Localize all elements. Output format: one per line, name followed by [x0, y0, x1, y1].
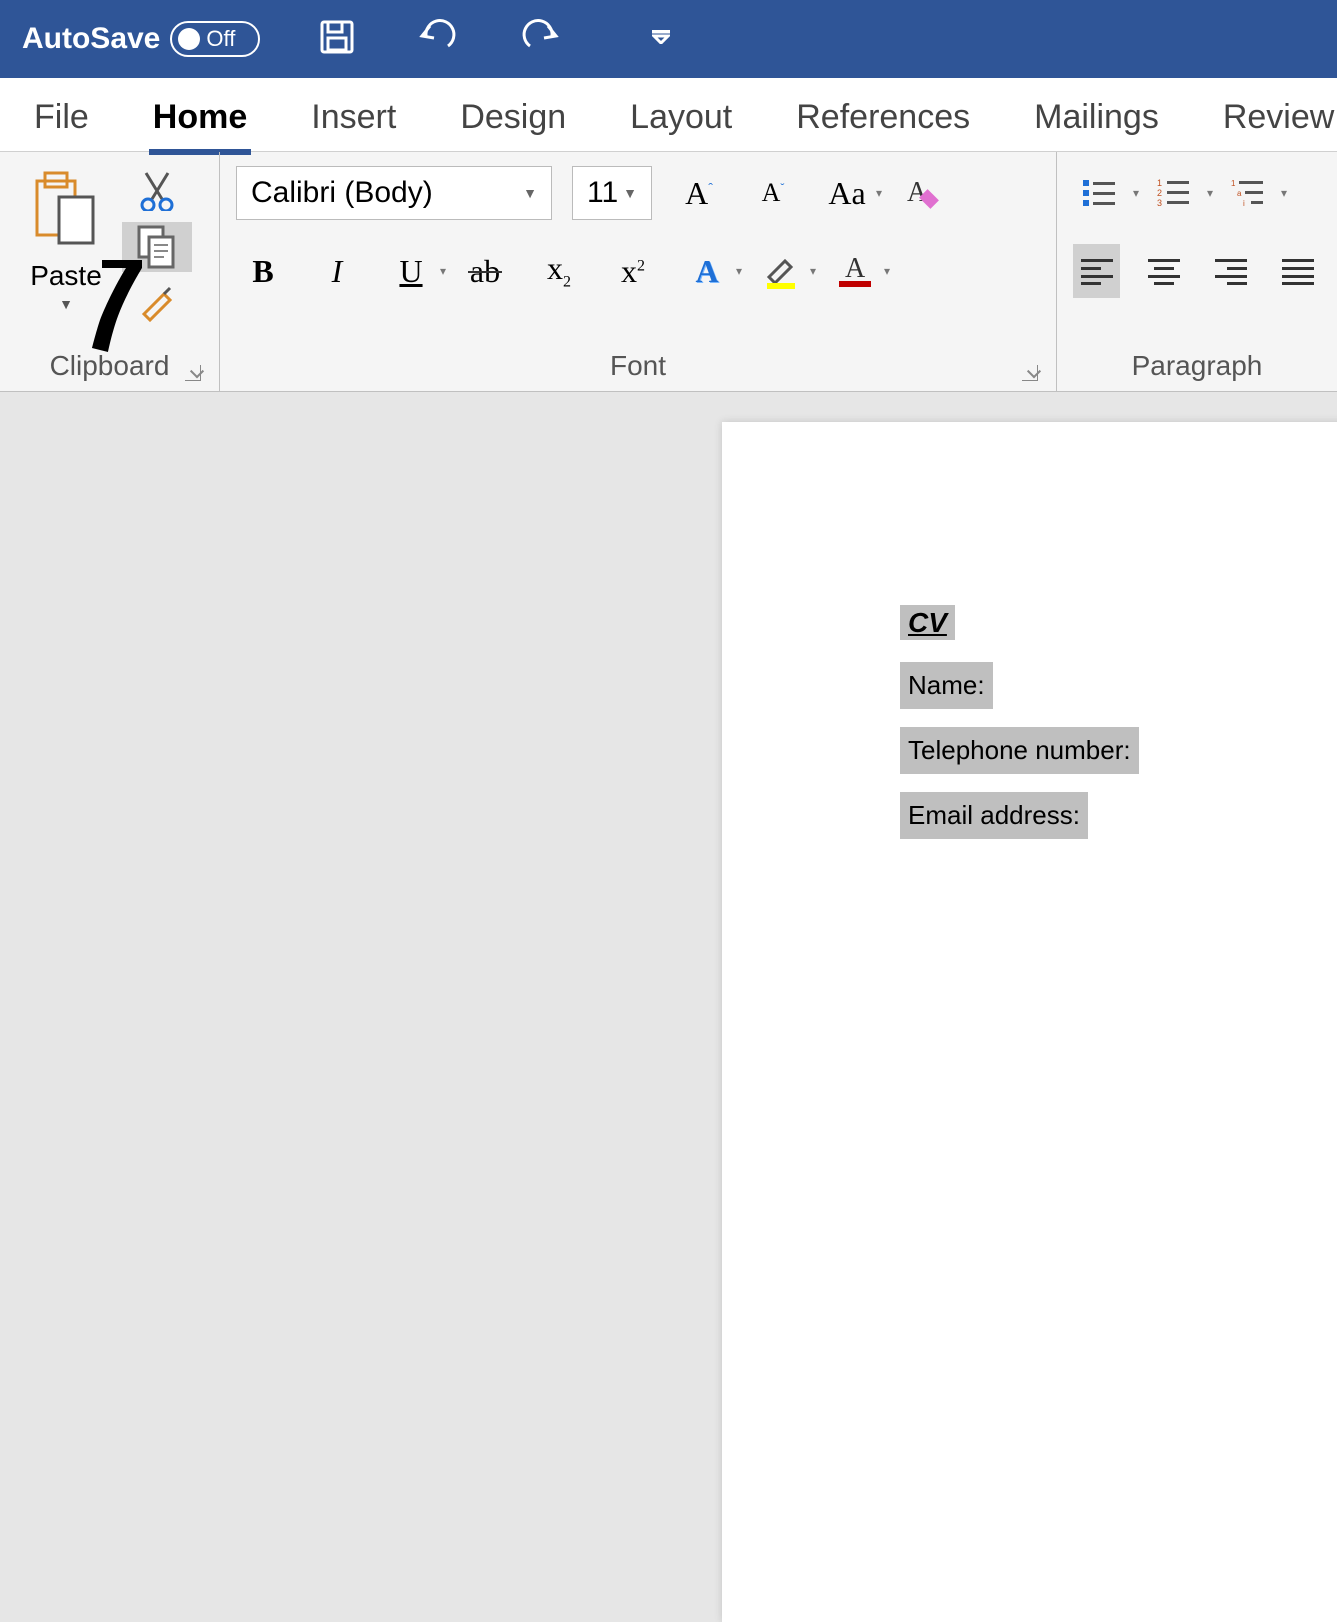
shrink-font-button[interactable]: Aˇ: [746, 166, 800, 220]
copy-button[interactable]: [122, 222, 192, 272]
svg-text:3: 3: [1157, 198, 1162, 208]
bold-button[interactable]: B: [236, 244, 290, 298]
clipboard-dialog-launcher[interactable]: [185, 365, 201, 381]
italic-button[interactable]: I: [310, 244, 364, 298]
align-right-button[interactable]: [1207, 244, 1254, 298]
font-name-value: Calibri (Body): [251, 176, 433, 210]
font-color-button[interactable]: A: [828, 244, 882, 298]
svg-text:a: a: [1237, 189, 1242, 198]
group-label-paragraph: Paragraph: [1132, 350, 1263, 382]
svg-text:1: 1: [1157, 178, 1162, 188]
change-case-button[interactable]: Aa: [820, 166, 874, 220]
text-effects-button[interactable]: A: [680, 244, 734, 298]
redo-icon[interactable]: [520, 18, 560, 61]
ribbon: Paste ▼: [0, 152, 1337, 392]
shrink-font-icon: Aˇ: [762, 178, 785, 208]
svg-text:i: i: [1243, 199, 1245, 208]
multilevel-icon: 1 a i: [1231, 178, 1265, 208]
group-label-clipboard: Clipboard: [50, 350, 170, 382]
bold-icon: B: [252, 253, 273, 290]
grow-font-icon: Aˆ: [685, 175, 713, 212]
cut-button[interactable]: [122, 166, 192, 216]
toggle-state: Off: [206, 26, 235, 52]
svg-text:2: 2: [1157, 188, 1162, 198]
numbering-icon: 1 2 3: [1157, 178, 1191, 208]
doc-field-name[interactable]: Name:: [900, 662, 993, 709]
justify-icon: [1282, 257, 1314, 285]
paste-button[interactable]: Paste ▼: [16, 166, 116, 328]
save-icon[interactable]: [318, 18, 356, 61]
tab-references[interactable]: References: [792, 88, 974, 141]
paste-icon: [31, 166, 101, 254]
strikethrough-icon: ab: [470, 253, 500, 290]
bullets-button[interactable]: [1073, 166, 1127, 220]
underline-icon: U: [399, 253, 422, 290]
font-name-select[interactable]: Calibri (Body) ▼: [236, 166, 552, 220]
subscript-button[interactable]: x2: [532, 244, 586, 298]
title-bar: AutoSave Off: [0, 0, 1337, 78]
text-effects-icon: A: [695, 253, 718, 290]
svg-text:1: 1: [1231, 179, 1236, 188]
tab-insert[interactable]: Insert: [307, 88, 400, 141]
bullets-icon: [1083, 178, 1117, 208]
grow-font-button[interactable]: Aˆ: [672, 166, 726, 220]
toggle-switch[interactable]: Off: [170, 21, 260, 57]
tab-file[interactable]: File: [30, 88, 93, 141]
chevron-down-icon: ▼: [523, 185, 537, 201]
group-clipboard: Paste ▼: [0, 152, 220, 391]
paste-label: Paste: [30, 260, 102, 292]
format-painter-button[interactable]: [122, 278, 192, 328]
subscript-icon: x2: [547, 250, 571, 291]
superscript-icon: x2: [621, 253, 645, 290]
tab-home[interactable]: Home: [149, 88, 251, 141]
align-center-icon: [1148, 257, 1180, 285]
doc-field-phone[interactable]: Telephone number:: [900, 727, 1139, 774]
underline-button[interactable]: U: [384, 244, 438, 298]
brush-icon: [138, 284, 176, 322]
font-size-select[interactable]: 11 ▼: [572, 166, 652, 220]
autosave-toggle[interactable]: AutoSave Off: [22, 21, 260, 57]
undo-icon[interactable]: [418, 18, 458, 61]
svg-text:A: A: [845, 253, 866, 284]
clear-format-icon: A: [903, 175, 939, 211]
doc-title[interactable]: CV: [900, 605, 955, 640]
font-size-value: 11: [587, 176, 618, 210]
align-right-icon: [1215, 257, 1247, 285]
align-left-icon: [1081, 257, 1113, 285]
numbering-button[interactable]: 1 2 3: [1147, 166, 1201, 220]
toggle-knob: [178, 28, 200, 50]
group-paragraph: 1 2 3 1 a i: [1057, 152, 1337, 391]
superscript-button[interactable]: x2: [606, 244, 660, 298]
strikethrough-button[interactable]: ab: [458, 244, 512, 298]
tab-review[interactable]: Review: [1219, 88, 1337, 141]
doc-field-email[interactable]: Email address:: [900, 792, 1088, 839]
align-left-button[interactable]: [1073, 244, 1120, 298]
ribbon-tabs: File Home Insert Design Layout Reference…: [0, 78, 1337, 152]
scissors-icon: [140, 171, 174, 211]
document-canvas[interactable]: CV Name: Telephone number: Email address…: [0, 392, 1337, 1027]
tab-mailings[interactable]: Mailings: [1030, 88, 1163, 141]
align-center-button[interactable]: [1140, 244, 1187, 298]
paste-dropdown-icon[interactable]: ▼: [59, 296, 73, 312]
multilevel-list-button[interactable]: 1 a i: [1221, 166, 1275, 220]
justify-button[interactable]: [1274, 244, 1321, 298]
chevron-down-icon: ▼: [623, 185, 637, 201]
font-color-icon: A: [835, 251, 875, 291]
highlight-button[interactable]: [754, 244, 808, 298]
font-dialog-launcher[interactable]: [1022, 365, 1038, 381]
tab-layout[interactable]: Layout: [626, 88, 736, 141]
copy-icon: [137, 225, 177, 269]
tab-design[interactable]: Design: [456, 88, 570, 141]
clear-formatting-button[interactable]: A: [894, 166, 948, 220]
italic-icon: I: [332, 253, 343, 290]
highlight-icon: [761, 251, 801, 291]
group-label-font: Font: [610, 350, 666, 382]
change-case-icon: Aa: [828, 175, 865, 212]
group-font: Calibri (Body) ▼ 11 ▼ Aˆ Aˇ Aa: [220, 152, 1057, 391]
qat-dropdown-icon[interactable]: [652, 30, 670, 49]
page[interactable]: CV Name: Telephone number: Email address…: [722, 422, 1337, 1622]
autosave-label: AutoSave: [22, 22, 160, 56]
